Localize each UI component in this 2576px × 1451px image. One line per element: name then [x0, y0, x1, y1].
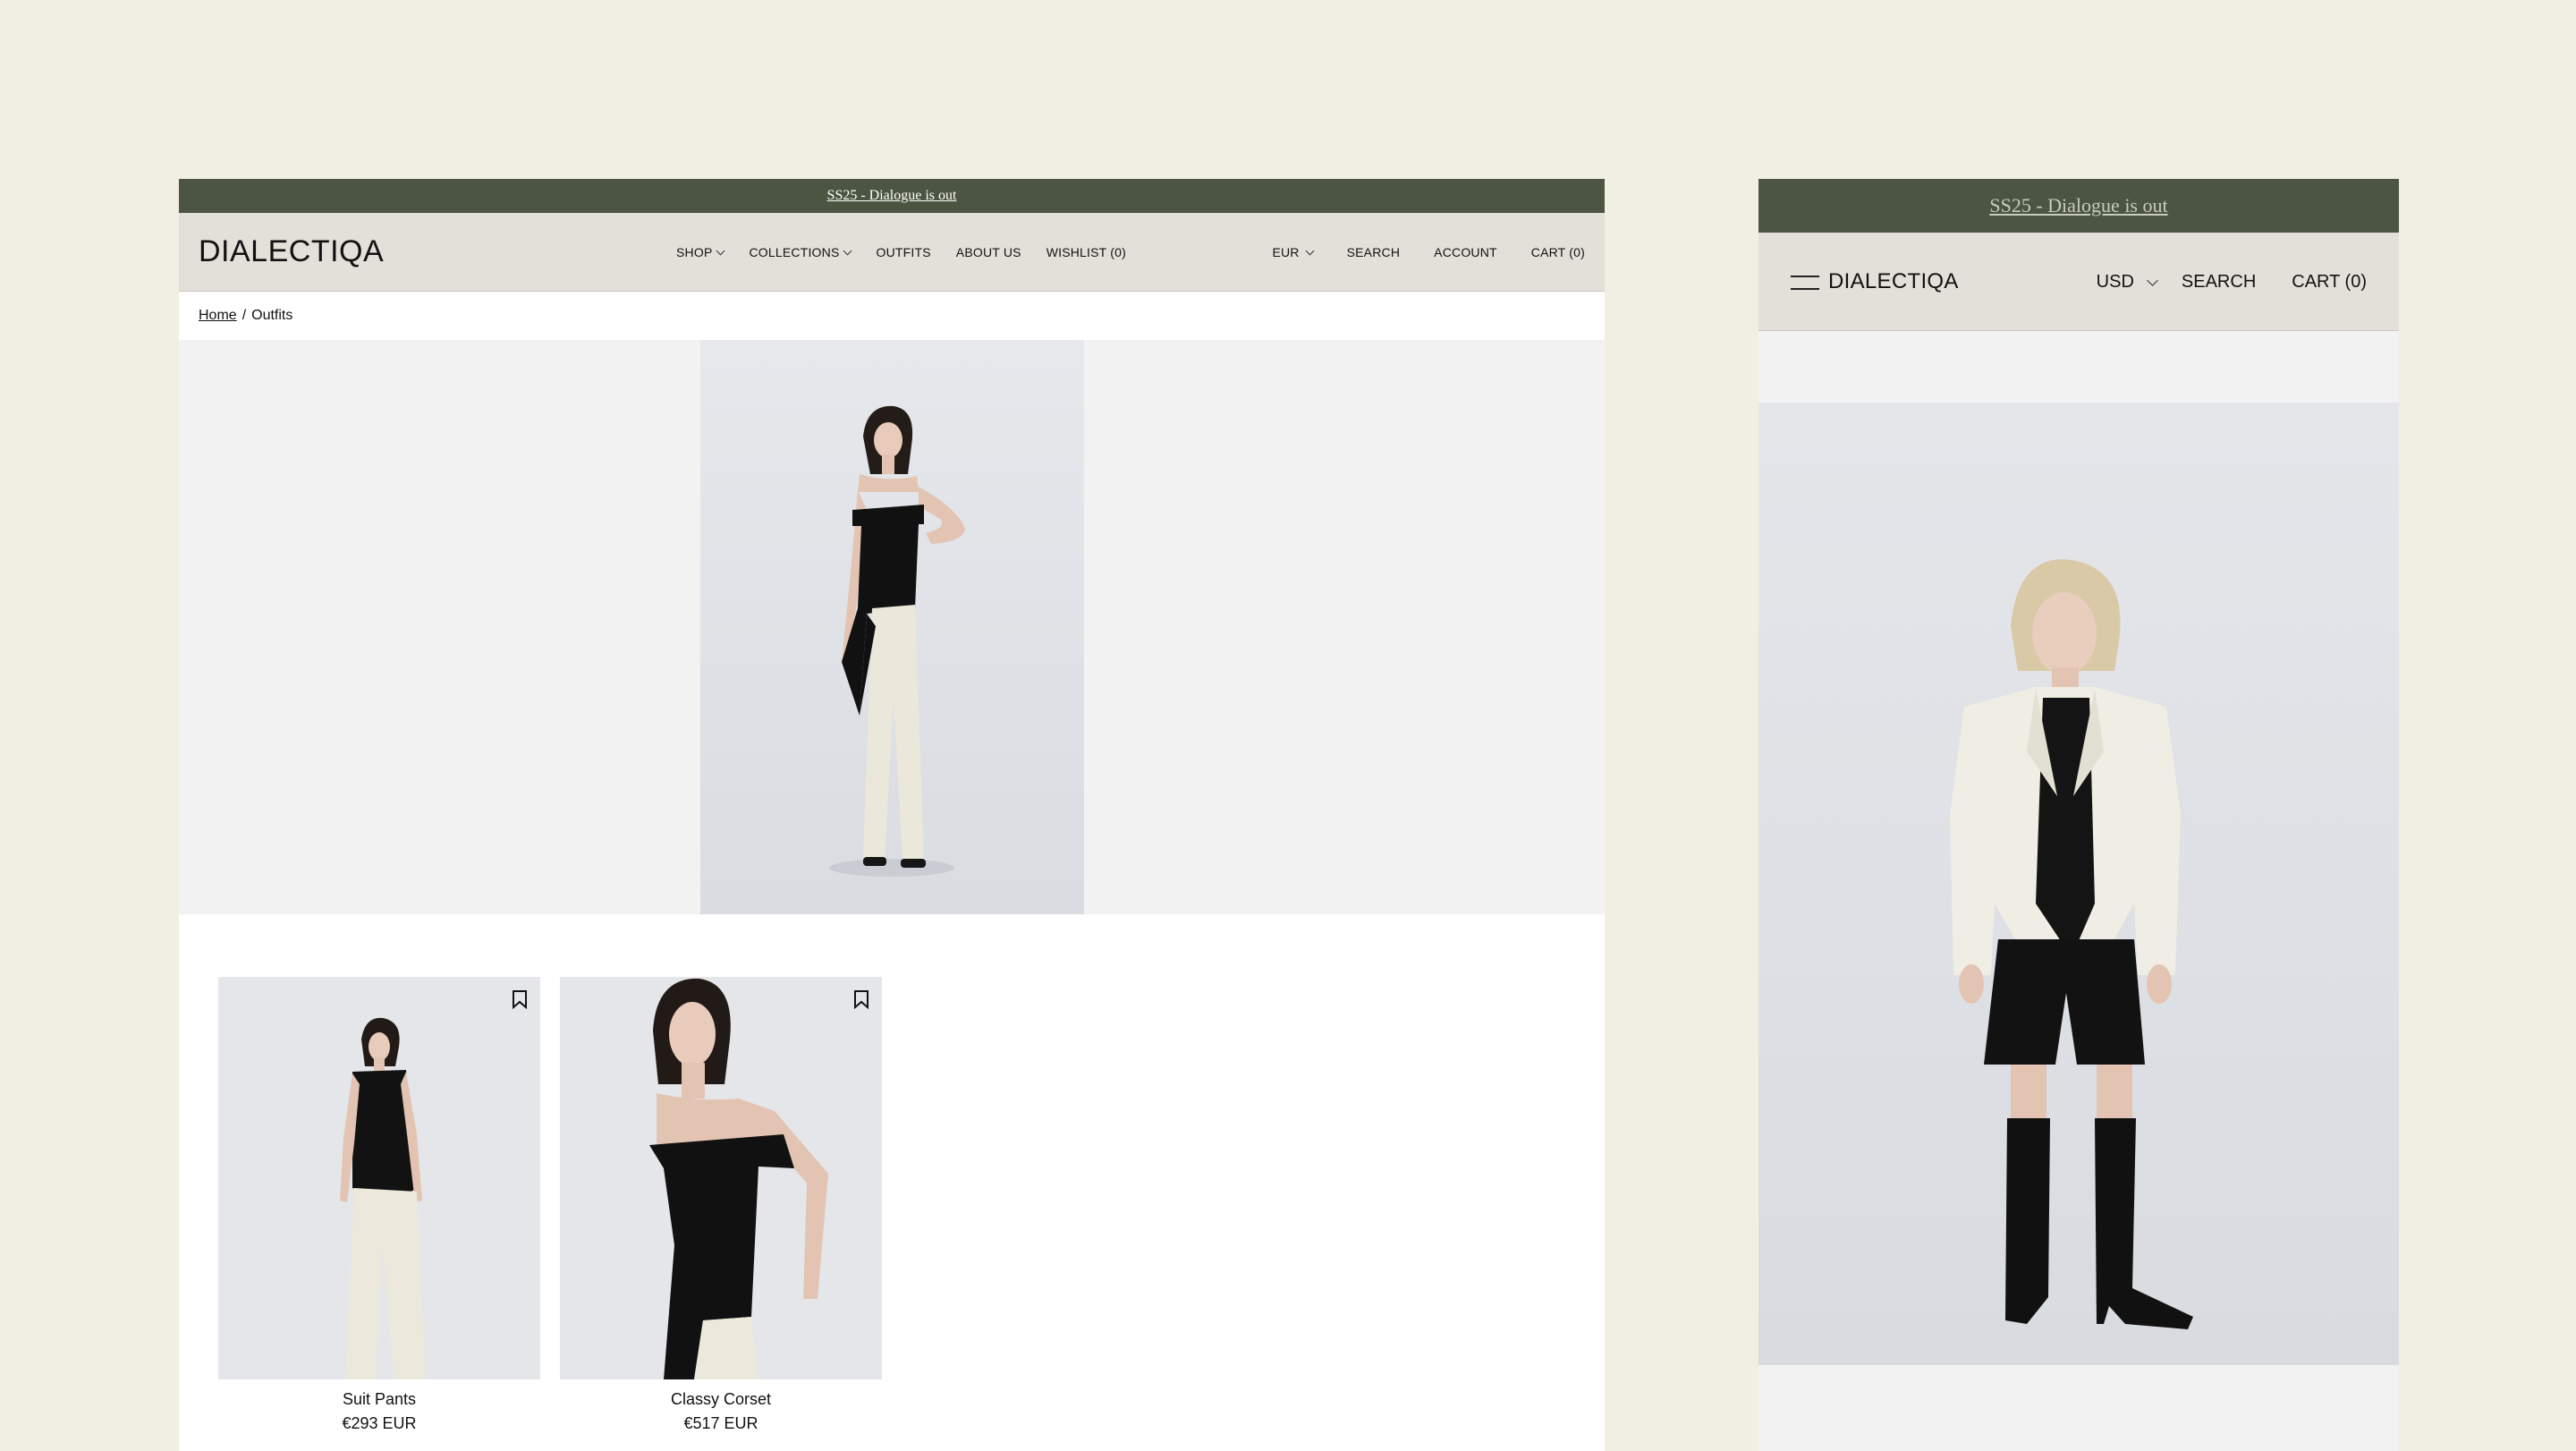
mobile-cart-link[interactable]: CART (0) — [2292, 272, 2367, 293]
desktop-view: SS25 - Dialogue is out DIALECTIQA SHOP C… — [179, 179, 1605, 1451]
search-link[interactable]: SEARCH — [1347, 245, 1401, 259]
nav-collections[interactable]: COLLECTIONS — [749, 245, 852, 259]
chevron-down-icon — [1305, 246, 1315, 255]
nav-about-us-label: ABOUT US — [955, 245, 1021, 259]
logo[interactable]: DIALECTIQA — [199, 234, 384, 269]
chevron-down-icon — [716, 246, 725, 255]
currency-selector[interactable]: EUR — [1272, 245, 1315, 259]
chevron-down-icon — [2147, 274, 2158, 286]
announcement-bar: SS25 - Dialogue is out — [179, 179, 1605, 213]
nav-about-us[interactable]: ABOUT US — [956, 245, 1021, 259]
main-nav: SHOP COLLECTIONS OUTFITS ABOUT US WISHLI… — [676, 213, 1126, 292]
product-price: €293 EUR — [342, 1414, 417, 1432]
bookmark-icon[interactable] — [853, 989, 869, 1009]
mobile-currency-selector[interactable]: USD — [2096, 271, 2158, 293]
announcement-link[interactable]: SS25 - Dialogue is out — [827, 188, 957, 204]
mobile-announcement-link[interactable]: SS25 - Dialogue is out — [1989, 194, 2167, 217]
mobile-search-link[interactable]: SEARCH — [2182, 272, 2256, 293]
nav-outfits-label: OUTFITS — [876, 245, 931, 259]
breadcrumb-current: Outfits — [251, 308, 293, 323]
nav-collections-label: COLLECTIONS — [749, 245, 840, 259]
nav-shop[interactable]: SHOP — [676, 245, 725, 259]
product-card[interactable]: Suit Pants €293 EUR — [218, 977, 540, 1433]
nav-outfits[interactable]: OUTFITS — [876, 245, 930, 259]
outfit-hero — [179, 340, 1605, 914]
breadcrumb: Home / Outfits — [179, 292, 1605, 340]
account-link[interactable]: ACCOUNT — [1434, 245, 1497, 259]
mobile-header: DIALECTIQA USD SEARCH CART (0) — [1758, 233, 2399, 331]
product-image[interactable] — [218, 977, 540, 1379]
mobile-currency-label: USD — [2096, 271, 2134, 292]
breadcrumb-home[interactable]: Home — [199, 308, 237, 324]
product-card[interactable]: Classy Corset €517 EUR — [560, 977, 882, 1433]
mobile-spacer — [1758, 331, 2399, 403]
nav-wishlist[interactable]: WISHLIST (0) — [1046, 245, 1126, 259]
product-grid: Suit Pants €293 EUR Classy Corset €517 E… — [179, 914, 1605, 1451]
product-name[interactable]: Suit Pants — [218, 1390, 540, 1409]
hamburger-icon[interactable] — [1791, 273, 1819, 291]
mobile-logo[interactable]: DIALECTIQA — [1828, 269, 1959, 294]
nav-shop-label: SHOP — [676, 245, 713, 259]
mobile-view: SS25 - Dialogue is out DIALECTIQA USD SE… — [1758, 179, 2399, 1451]
cart-link[interactable]: CART (0) — [1531, 245, 1585, 259]
site-header: DIALECTIQA SHOP COLLECTIONS OUTFITS ABOU… — [179, 213, 1605, 292]
product-price: €517 EUR — [683, 1414, 758, 1432]
currency-label: EUR — [1272, 245, 1300, 259]
mobile-announcement-bar: SS25 - Dialogue is out — [1758, 179, 2399, 233]
product-name[interactable]: Classy Corset — [560, 1390, 882, 1409]
outfit-hero-image — [700, 340, 1084, 914]
mobile-header-utilities: USD SEARCH CART (0) — [2097, 233, 2367, 331]
product-image[interactable] — [560, 977, 882, 1379]
header-utilities: EUR SEARCH ACCOUNT CART (0) — [1272, 213, 1585, 292]
breadcrumb-separator: / — [242, 308, 247, 323]
chevron-down-icon — [843, 246, 852, 255]
nav-wishlist-label: WISHLIST (0) — [1046, 245, 1126, 259]
mobile-hero-image — [1758, 403, 2399, 1365]
bookmark-icon[interactable] — [512, 989, 528, 1009]
